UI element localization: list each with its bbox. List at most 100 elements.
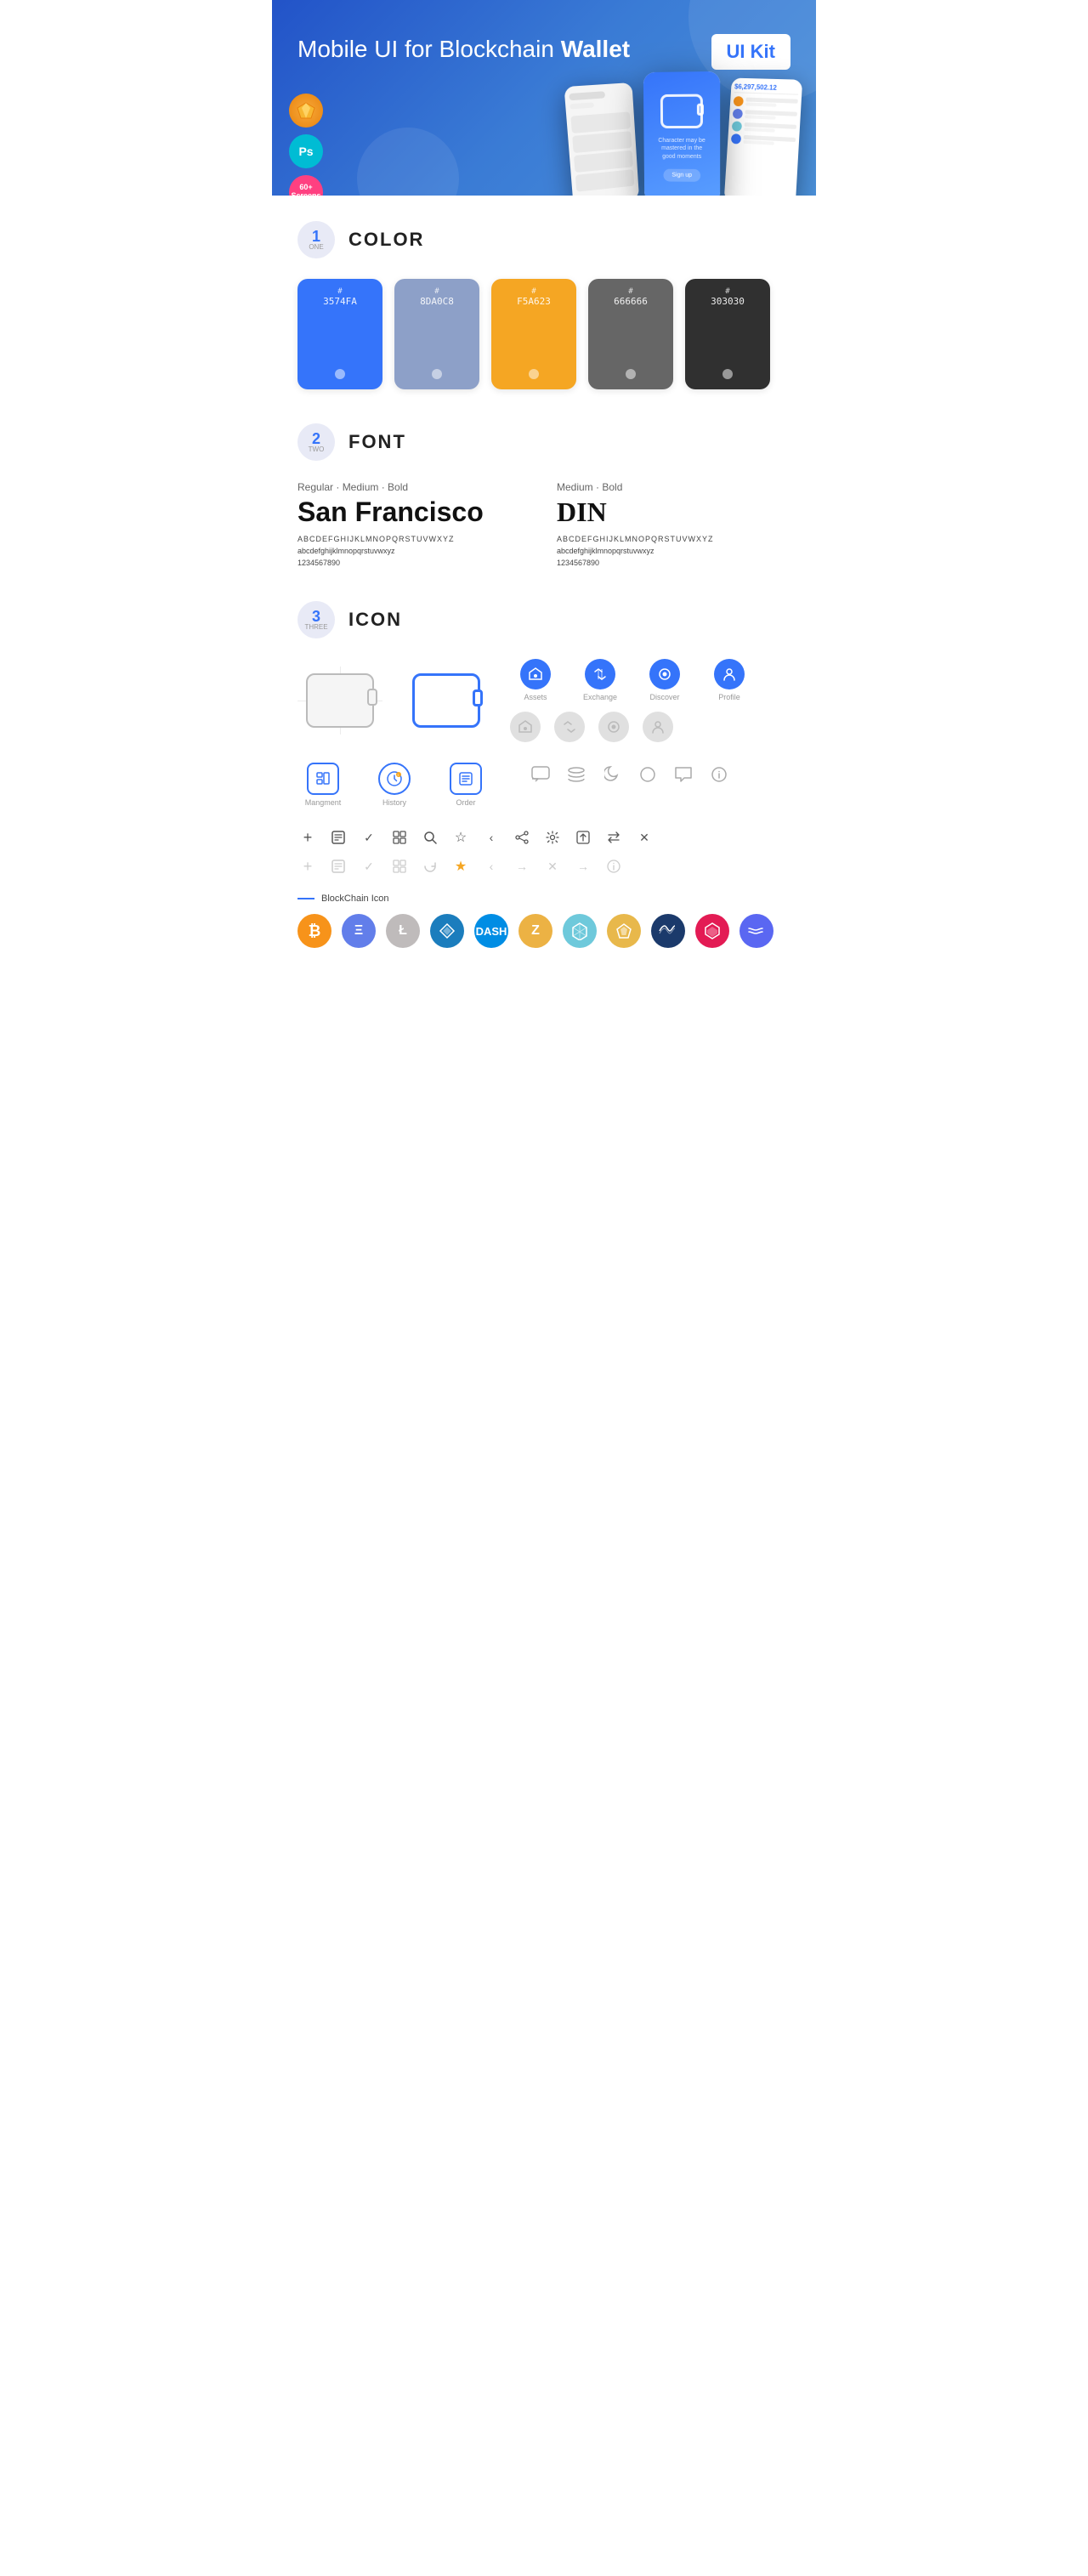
color-swatch-blue: # 3574FA [298,279,382,389]
management-icon-item: Mangment [298,763,348,807]
grid-icon-gray [389,856,410,877]
history-icon-item: ! History [369,763,420,807]
ps-icon: Ps [289,134,323,168]
zcash-icon: Z [518,914,552,948]
font-section: 2 TWO FONT Regular · Medium · Bold San F… [298,423,790,567]
ethereum-icon: Ξ [342,914,376,948]
back-icon: ‹ [481,827,502,848]
exchange-icon-item: Exchange [575,659,626,701]
icon-section-header: 3 THREE ICON [298,601,790,638]
svg-text:!: ! [398,773,399,777]
layers-icon [564,763,588,786]
waves-icon [651,914,685,948]
color-swatches: # 3574FA # 8DA0C8 # F5A623 # 666666 # [298,279,790,389]
color-swatch-dot [722,369,733,379]
search-icon [420,827,440,848]
check-icon-gray: ✓ [359,856,379,877]
font-section-header: 2 TWO FONT [298,423,790,461]
circle-icon [636,763,660,786]
phone-mockups: Character may bemastered in thegood mome… [569,72,799,196]
order-icon-item: Order [440,763,491,807]
bitcoin-icon: ₿ [298,914,332,948]
star-icon-orange: ★ [450,856,471,877]
color-swatch-dot [529,369,539,379]
arrow-icon-gray: → [573,856,593,877]
history-icon: ! [378,763,411,795]
management-icon [307,763,339,795]
check-icon: ✓ [359,827,379,848]
utility-icons-row-2: + ✓ [298,856,790,877]
assets-icon [520,659,551,689]
font-din: Medium · Bold DIN ABCDEFGHIJKLMNOPQRSTUV… [557,481,790,567]
sketch-icon [289,94,323,128]
stratis-icon [430,914,464,948]
icon-section: 3 THREE ICON [298,601,790,948]
color-section-title: COLOR [348,229,424,251]
upload-icon [573,827,593,848]
grid-icon [389,827,410,848]
font-grid: Regular · Medium · Bold San Francisco AB… [298,481,790,567]
wallet-blue-icon [412,673,480,728]
dash-icon: DASH [474,914,508,948]
discover-icon-gray [598,712,629,742]
font-san-francisco: Regular · Medium · Bold San Francisco AB… [298,481,531,567]
plus-icon-gray: + [298,856,318,877]
color-swatch-gray: # 666666 [588,279,673,389]
color-swatch-dot [432,369,442,379]
utility-icons-row-1: + ✓ [298,827,790,848]
litecoin-icon: Ł [386,914,420,948]
hero-section: Mobile UI for Blockchain Wallet UI Kit P… [272,0,816,196]
order-icon [450,763,482,795]
settings-icon [542,827,563,848]
star-icon: ☆ [450,827,471,848]
discover-icon [649,659,680,689]
wallet-icon-outline-container [298,667,382,735]
color-swatch-light-blue: # 8DA0C8 [394,279,479,389]
font-section-title: FONT [348,431,406,453]
close-icon-gray: ✕ [542,856,563,877]
moon-icon [600,763,624,786]
color-swatch-dot [626,369,636,379]
icon-section-title: ICON [348,609,402,631]
font-section-number: 2 TWO [298,423,335,461]
hero-icons: Ps 60+Screens [289,94,323,196]
misc-icons-row [529,763,731,786]
wallet-icons-row: Assets Exchange [298,659,790,742]
ui-kit-badge: UI Kit [711,34,790,70]
back-icon-gray: ‹ [481,856,502,877]
golem-icon [695,914,729,948]
assets-icon-gray [510,712,541,742]
forward-icon-gray: → [512,856,532,877]
color-swatch-dark: # 303030 [685,279,770,389]
info-icon-gray [604,856,624,877]
exchange-icon [585,659,615,689]
exchange-icon-gray [554,712,585,742]
info-icon [707,763,731,786]
share-icon [512,827,532,848]
color-section-number: 1 ONE [298,221,335,258]
plus-icon: + [298,827,318,848]
wallet-icon-blue-container [408,667,484,735]
note-icon-gray [328,856,348,877]
comment-icon [672,763,695,786]
profile-icon [714,659,745,689]
profile-icon-item: Profile [704,659,755,701]
close-icon: ✕ [634,827,654,848]
blockchain-label: BlockChain Icon [298,894,790,904]
nav-icons-gray-row [510,712,755,742]
nav-icons-cluster: Assets Exchange [510,659,755,742]
screens-badge: 60+Screens [289,175,323,196]
phone-mockup-3: $6,297,502.12 [724,78,803,196]
bottom-icons-row: Mangment ! History [298,763,790,807]
refresh-icon-gray [420,856,440,877]
stratos-icon [740,914,774,948]
icon-section-number: 3 THREE [298,601,335,638]
main-content: 1 ONE COLOR # 3574FA # 8DA0C8 # F5A623 [272,196,816,999]
discover-icon-item: Discover [639,659,690,701]
color-section: 1 ONE COLOR # 3574FA # 8DA0C8 # F5A623 [298,221,790,389]
color-swatch-orange: # F5A623 [491,279,576,389]
phone-mockup-1 [564,82,640,196]
color-section-header: 1 ONE COLOR [298,221,790,258]
chat-icon [529,763,552,786]
phone-mockup-2: Character may bemastered in thegood mome… [643,71,720,196]
